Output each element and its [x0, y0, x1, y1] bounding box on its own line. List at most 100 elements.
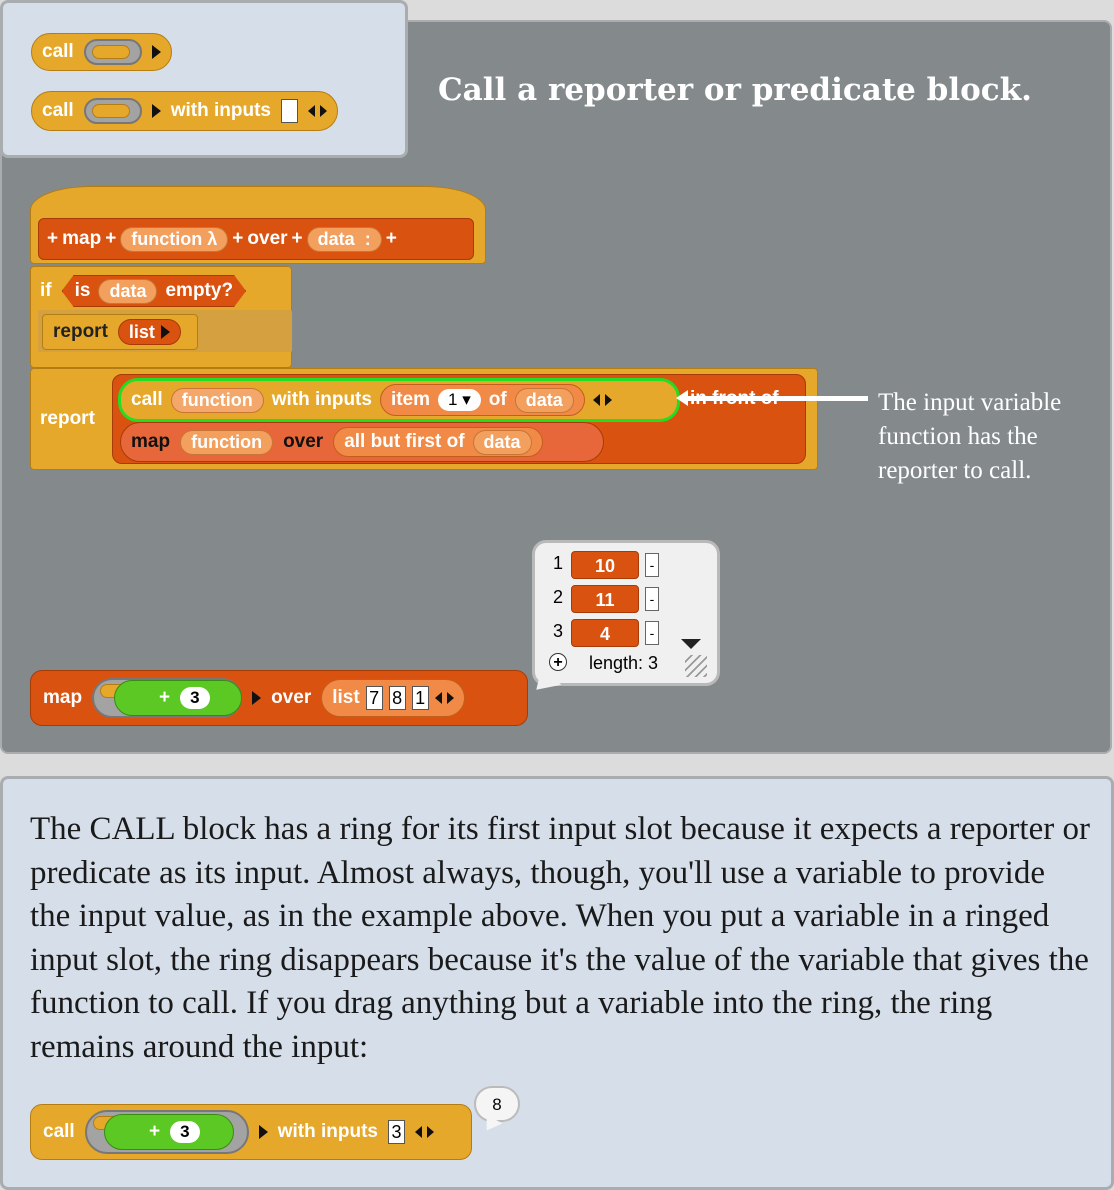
- with-inputs-label: with inputs: [271, 389, 372, 410]
- input-slot[interactable]: [280, 99, 298, 123]
- arrow-right-icon[interactable]: [605, 393, 612, 406]
- call-block[interactable]: call: [31, 33, 172, 71]
- call-label: call: [42, 100, 74, 121]
- annotation-note: The input variable function has the repo…: [878, 389, 1062, 484]
- explanation-text: The CALL block has a ring for its first …: [30, 811, 1090, 1065]
- minus-button[interactable]: -: [645, 621, 659, 645]
- empty-label: empty?: [165, 280, 234, 301]
- with-inputs-label: with inputs: [277, 1121, 378, 1142]
- arrow-right-icon[interactable]: [320, 104, 328, 117]
- plus-icon[interactable]: +: [47, 228, 58, 250]
- of-label: of: [488, 389, 507, 410]
- plus-label: +: [159, 687, 171, 708]
- row-index: 3: [553, 621, 564, 641]
- heading: Call a reporter or predicate block.: [438, 72, 1032, 108]
- item-index-dropdown[interactable]: 1 ▾: [438, 389, 481, 411]
- over-label: over: [283, 431, 324, 452]
- arrowhead-icon: [676, 390, 688, 406]
- list-item-slot[interactable]: 8: [388, 686, 406, 710]
- call-label: call: [43, 1121, 75, 1142]
- with-inputs-label: with inputs: [170, 100, 271, 121]
- if-row: if is data empty?: [40, 276, 246, 306]
- row-value: 11: [571, 585, 639, 613]
- plus-icon[interactable]: +: [386, 228, 397, 250]
- expand-arrow-icon[interactable]: [160, 325, 170, 339]
- if-label: if: [40, 280, 52, 301]
- report-label: report: [53, 321, 108, 342]
- row-value: 10: [571, 551, 639, 579]
- data-var[interactable]: data: [98, 279, 157, 304]
- item-of-block[interactable]: item 1 ▾ of data: [379, 384, 585, 416]
- arrow-left-icon[interactable]: [307, 104, 315, 117]
- addend-slot[interactable]: 3: [170, 1121, 200, 1143]
- input-slot[interactable]: 3: [387, 1120, 405, 1144]
- is-label: is: [74, 280, 91, 301]
- arrow-right-icon[interactable]: [446, 691, 454, 704]
- list-label: list: [128, 321, 155, 342]
- function-var[interactable]: function: [180, 429, 274, 455]
- call-label: call: [131, 389, 163, 410]
- data-var[interactable]: data: [514, 387, 574, 413]
- list-block[interactable]: list: [117, 319, 181, 345]
- ring-slot[interactable]: [83, 39, 142, 65]
- list-item-slot[interactable]: 7: [365, 686, 383, 710]
- report-label: report: [40, 408, 95, 429]
- expand-arrow-icon[interactable]: [151, 104, 161, 118]
- map-label: map: [62, 228, 102, 249]
- data-var[interactable]: data: [472, 429, 532, 455]
- call-with-inputs-block[interactable]: call with inputs: [31, 91, 339, 131]
- arrow-left-icon[interactable]: [592, 393, 600, 406]
- row-value: 4: [571, 619, 639, 647]
- plus-icon[interactable]: +: [232, 228, 243, 250]
- bottom-call-block[interactable]: call with inputs 3: [30, 1104, 472, 1160]
- result-bubble-small: 8: [474, 1086, 520, 1122]
- map-block[interactable]: map function over all but first of data: [120, 422, 604, 462]
- expand-arrow-icon[interactable]: [258, 1125, 268, 1139]
- plus-reporter[interactable]: + 3: [114, 680, 242, 716]
- add-item-button[interactable]: +: [549, 653, 567, 671]
- list-item-slot[interactable]: 1: [411, 686, 429, 710]
- list-block[interactable]: list 7 8 1: [321, 679, 465, 717]
- arrows[interactable]: [434, 687, 454, 709]
- list-label: list: [332, 687, 360, 708]
- ring-slot[interactable]: [83, 98, 142, 124]
- arrow-right-icon[interactable]: [427, 1125, 435, 1138]
- row-index: 1: [553, 553, 564, 573]
- plus-label: +: [149, 1121, 161, 1142]
- minus-button[interactable]: -: [645, 587, 659, 611]
- map-label: map: [43, 687, 83, 708]
- result-bubble: 1 10 - 2 11 - 3 4 - + length: 3: [532, 540, 720, 686]
- all-but-first-block[interactable]: all but first of data: [333, 427, 543, 457]
- addend-slot[interactable]: 3: [180, 687, 210, 709]
- all-but-first-label: all but first of: [344, 431, 465, 452]
- resize-handle-icon[interactable]: [685, 655, 707, 677]
- is-empty-predicate[interactable]: is data empty?: [62, 275, 246, 307]
- arrows[interactable]: [592, 389, 612, 411]
- expand-arrow-icon[interactable]: [151, 45, 161, 59]
- function-param[interactable]: function λ: [120, 226, 229, 252]
- arrow-left-icon[interactable]: [434, 691, 442, 704]
- example-map-block[interactable]: map over list 7 8 1: [30, 670, 528, 726]
- data-param[interactable]: data :: [306, 226, 382, 252]
- item-label: item: [390, 389, 431, 410]
- length-label: length: 3: [589, 653, 659, 673]
- function-var[interactable]: function: [170, 387, 264, 413]
- plus-icon[interactable]: +: [105, 228, 116, 250]
- palette-box: call call with inputs: [0, 0, 408, 158]
- plus-reporter[interactable]: + 3: [104, 1114, 234, 1150]
- call-function-block[interactable]: call function with inputs item 1 ▾ of da…: [118, 378, 680, 422]
- arrows[interactable]: [307, 100, 328, 122]
- plus-icon[interactable]: +: [292, 228, 303, 250]
- over-label: over: [247, 228, 288, 249]
- call-label: call: [42, 41, 74, 62]
- arrow-left-icon[interactable]: [414, 1125, 422, 1138]
- report-list-block[interactable]: report list: [42, 314, 198, 350]
- map-label: map: [131, 431, 171, 452]
- minus-button[interactable]: -: [645, 553, 659, 577]
- annotation-arrow: [682, 396, 868, 401]
- prototype-block[interactable]: + map + function λ + over + data : +: [38, 218, 474, 260]
- arrows[interactable]: [414, 1121, 435, 1143]
- row-index: 2: [553, 587, 564, 607]
- dropdown-triangle-icon[interactable]: [681, 639, 701, 649]
- expand-arrow-icon[interactable]: [252, 691, 262, 705]
